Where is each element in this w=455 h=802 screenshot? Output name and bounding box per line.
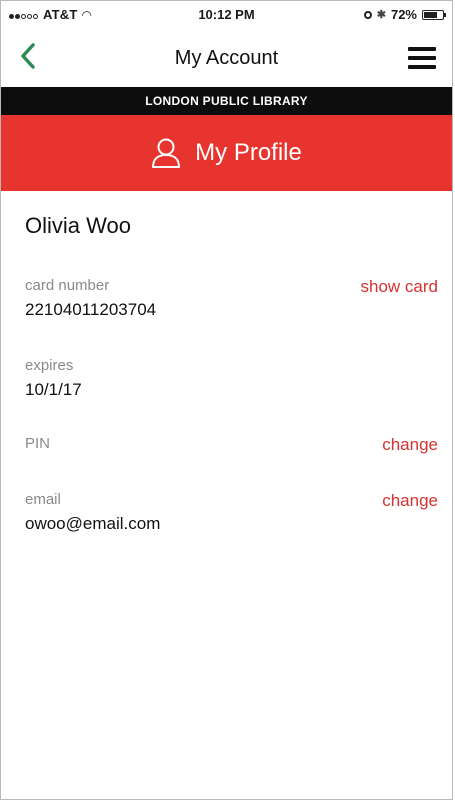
bluetooth-icon: ✱ — [376, 9, 386, 21]
email-row: email owoo@email.com change — [25, 491, 438, 534]
status-bar: AT&T ◠ 10:12 PM ✱ 72% — [1, 1, 452, 27]
card-number-row: card number 22104011203704 show card — [25, 277, 438, 320]
library-banner: LONDON PUBLIC LIBRARY — [1, 87, 452, 115]
email-label: email — [25, 491, 61, 508]
change-pin-link[interactable]: change — [382, 435, 438, 455]
battery-fill — [424, 11, 437, 18]
expires-value: 10/1/17 — [25, 380, 82, 399]
expires-row: expires 10/1/17 — [25, 357, 438, 400]
email-value: owoo@email.com — [25, 514, 161, 533]
card-number-value: 22104011203704 — [25, 300, 157, 319]
user-outline-icon — [152, 138, 181, 168]
pin-label: PIN — [25, 435, 51, 452]
navigation-bar: My Account — [1, 31, 452, 85]
profile-header: My Profile — [1, 115, 452, 191]
status-right: ✱ 72% — [363, 7, 446, 22]
battery-icon — [422, 9, 446, 20]
rotation-lock-icon — [363, 10, 372, 19]
profile-header-title: My Profile — [195, 139, 302, 166]
profile-name: Olivia Woo — [25, 213, 131, 238]
page-title: My Account — [174, 47, 279, 69]
change-email-link[interactable]: change — [382, 491, 438, 511]
app-screen: AT&T ◠ 10:12 PM ✱ 72% My Account LONDON … — [0, 0, 453, 800]
pin-row: PIN change — [25, 435, 438, 455]
show-card-link[interactable]: show card — [361, 277, 438, 297]
battery-percent: 72% — [390, 7, 417, 22]
hamburger-menu-icon[interactable] — [408, 47, 436, 69]
expires-label: expires — [25, 357, 74, 374]
